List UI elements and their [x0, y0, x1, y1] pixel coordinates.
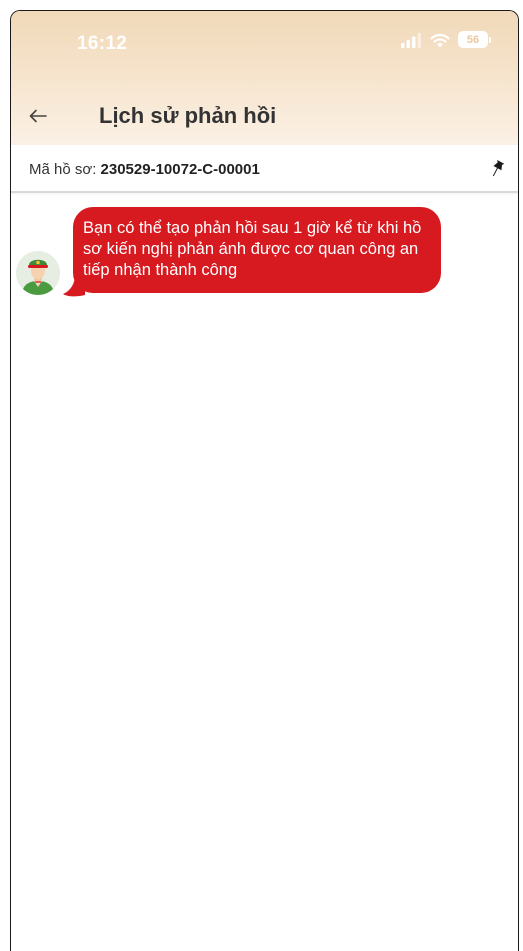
police-officer-icon — [16, 251, 60, 295]
battery-level: 56 — [466, 33, 480, 46]
phone-screen: 16:12 56 Lịch sử phản hồi Mã hồ sơ: 2305… — [10, 10, 519, 951]
back-button[interactable] — [23, 101, 53, 131]
police-officer-avatar — [16, 251, 60, 295]
message-bubble: Bạn có thể tạo phản hồi sau 1 giờ kể từ … — [73, 207, 441, 293]
status-time: 16:12 — [77, 33, 128, 54]
nav-bar: Lịch sử phản hồi — [11, 91, 518, 141]
cellular-signal-icon — [401, 32, 421, 48]
record-label: Mã hồ sơ: — [29, 161, 101, 178]
record-info: Mã hồ sơ: 230529-10072-C-00001 — [29, 161, 260, 178]
pin-icon — [492, 160, 505, 177]
record-info-bar: Mã hồ sơ: 230529-10072-C-00001 — [11, 145, 518, 193]
chat-area[interactable]: Bạn có thể tạo phản hồi sau 1 giờ kể từ … — [11, 195, 518, 951]
pin-button[interactable] — [488, 159, 506, 179]
wifi-icon — [430, 33, 450, 47]
page-title: Lịch sử phản hồi — [99, 103, 277, 128]
status-icons: 56 — [400, 31, 491, 48]
record-code: 230529-10072-C-00001 — [100, 161, 260, 178]
battery-icon: 56 — [458, 31, 491, 48]
status-bar: 16:12 56 — [11, 11, 518, 79]
arrow-left-icon — [29, 109, 47, 123]
